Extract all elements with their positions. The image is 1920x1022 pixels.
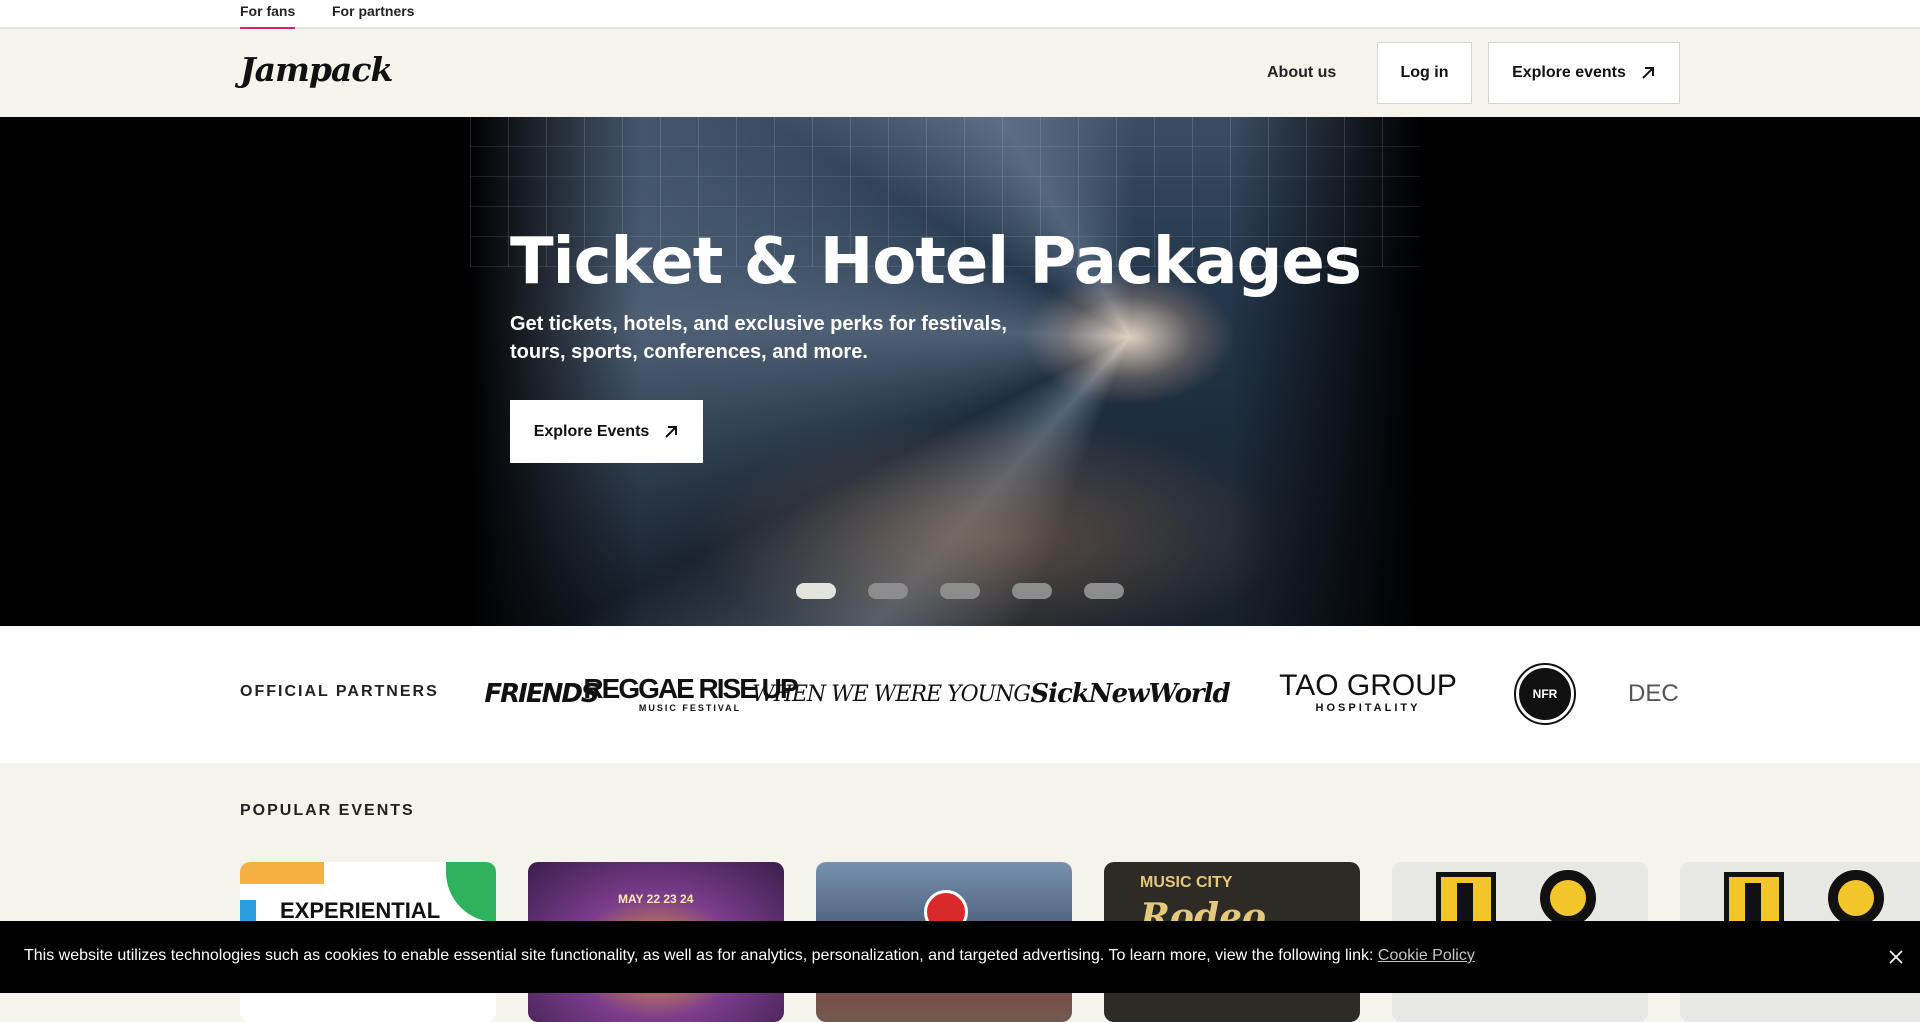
official-partners-strip: OFFICIAL PARTNERS FRIENDS REGGAE RISE UP…	[0, 626, 1920, 763]
cookie-policy-link[interactable]: Cookie Policy	[1378, 947, 1475, 964]
cookie-text: This website utilizes technologies such …	[24, 947, 1378, 964]
partner-logo-reggae-sub: MUSIC FESTIVAL	[638, 703, 742, 713]
hero-subtitle: Get tickets, hotels, and exclusive perks…	[510, 313, 1007, 363]
partner-logo-tao-name: TAO GROUP	[1279, 669, 1457, 702]
carousel-dot-2[interactable]	[868, 583, 908, 599]
tab-for-fans[interactable]: For fans	[240, 2, 296, 29]
official-partners-label: OFFICIAL PARTNERS	[240, 683, 439, 700]
about-us-link[interactable]: About us	[1267, 64, 1336, 82]
carousel-dot-3[interactable]	[940, 583, 980, 599]
partner-logo-reggae-rise-up: REGGAE RISE UP MUSIC FESTIVAL	[583, 656, 798, 732]
arrow-up-right-icon	[665, 425, 678, 438]
hero-carousel: Ticket & Hotel Packages Get tickets, hot…	[0, 117, 1920, 626]
partner-logo-when-we-were-young: WHEN WE WERE YOUNG	[752, 681, 1031, 707]
carousel-dots	[796, 583, 1124, 599]
ring-logo-icon	[1540, 870, 1596, 926]
partner-logo-tao-group: TAO GROUP HOSPITALITY	[1275, 656, 1461, 732]
partner-logo-nfr: NFR	[1514, 663, 1576, 725]
tab-for-partners[interactable]: For partners	[332, 2, 414, 29]
hero-title: Ticket & Hotel Packages	[510, 225, 1362, 299]
cookie-message: This website utilizes technologies such …	[24, 946, 1475, 966]
ring-logo-icon	[1828, 870, 1884, 926]
explore-events-label: Explore events	[1512, 64, 1626, 81]
event-card-2-date: MAY 22 23 24	[618, 892, 694, 906]
popular-events-title: POPULAR EVENTS	[240, 802, 415, 819]
hero-cta-label: Explore Events	[533, 422, 650, 440]
card-decor-green	[446, 862, 496, 922]
partner-logo-tao-sub: HOSPITALITY	[1315, 702, 1421, 714]
login-button[interactable]: Log in	[1377, 42, 1472, 104]
partner-logo-sick-new-world: SickNewWorld	[1030, 679, 1230, 709]
explore-events-button[interactable]: Explore events	[1488, 42, 1680, 104]
jampack-logo[interactable]: Jampack	[240, 50, 393, 89]
carousel-dot-4[interactable]	[1012, 583, 1052, 599]
carousel-dot-5[interactable]	[1084, 583, 1124, 599]
carousel-dot-1[interactable]	[796, 583, 836, 599]
event-card-4-title: MUSIC CITY	[1140, 874, 1233, 891]
hero-explore-events-button[interactable]: Explore Events	[510, 400, 703, 463]
cookie-banner: This website utilizes technologies such …	[0, 921, 1920, 993]
card-decor-yellow	[240, 862, 324, 884]
audience-switcher: For fans For partners	[0, 0, 1920, 29]
close-icon[interactable]	[1886, 947, 1906, 967]
partner-logo-dec: DEC	[1628, 680, 1679, 707]
site-header: Jampack About us Log in Explore events	[0, 29, 1920, 117]
login-label: Log in	[1400, 64, 1449, 81]
arrow-up-right-icon	[1642, 67, 1654, 79]
partner-logo-friends: FRIENDS	[484, 679, 599, 709]
